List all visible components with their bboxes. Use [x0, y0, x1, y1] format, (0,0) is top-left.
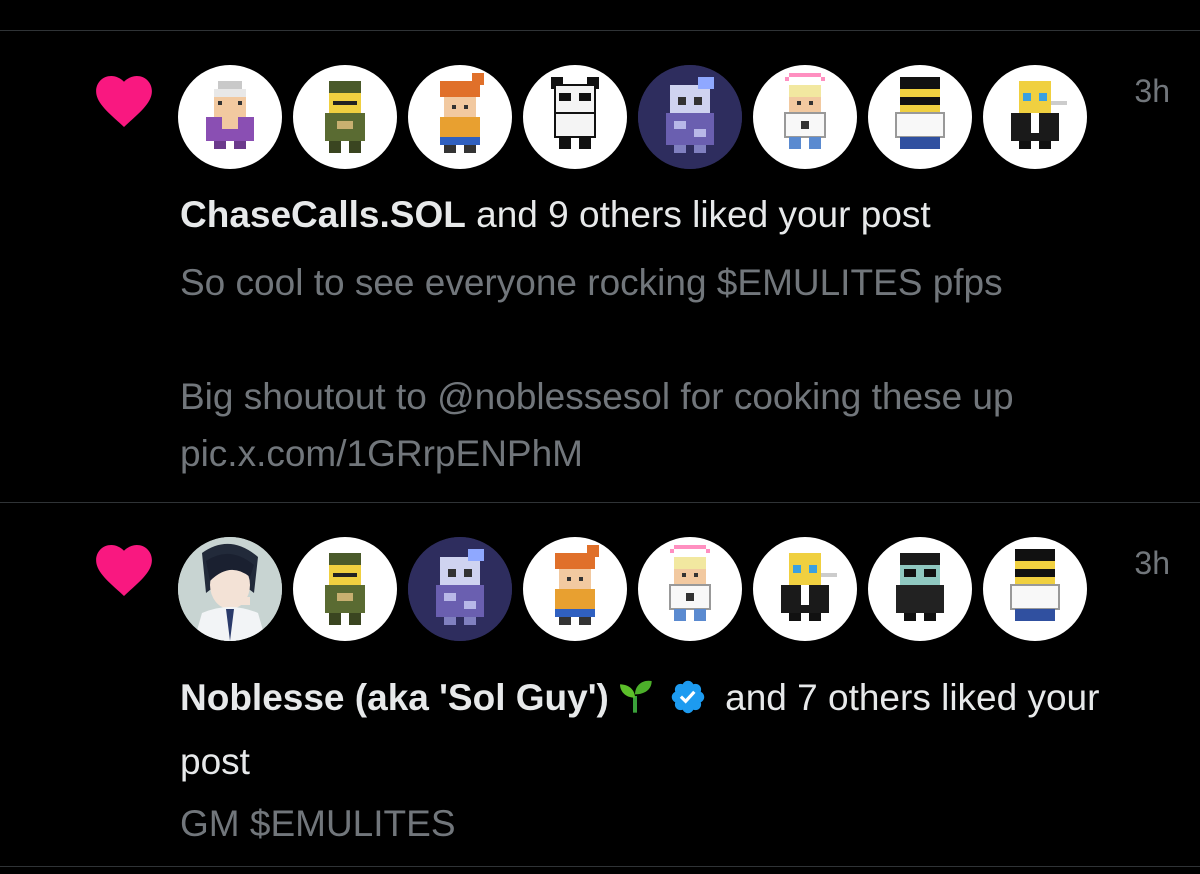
- pixel-orange-hair-avatar[interactable]: [408, 65, 512, 169]
- anime-guy-avatar[interactable]: [178, 537, 282, 641]
- divider: [0, 866, 1200, 867]
- liker-name-link[interactable]: Noblesse (aka 'Sol Guy'): [180, 677, 609, 718]
- pixel-angel-avatar[interactable]: [638, 537, 742, 641]
- preview-line: Big shoutout to @noblessesol for cooking…: [180, 376, 1024, 474]
- seedling-emoji-icon: [615, 675, 655, 733]
- liker-avatars: [178, 65, 1087, 169]
- verified-badge-icon: [669, 675, 707, 733]
- pixel-soldier-avatar[interactable]: [293, 537, 397, 641]
- pixel-glitch-avatar[interactable]: [638, 65, 742, 169]
- heart-icon: [95, 76, 153, 128]
- timestamp[interactable]: 3h: [1134, 73, 1170, 110]
- timestamp[interactable]: 3h: [1134, 545, 1170, 582]
- preview-line: So cool to see everyone rocking $EMULITE…: [180, 262, 1003, 303]
- liker-avatars: [178, 537, 1087, 641]
- pixel-panda-avatar[interactable]: [523, 65, 627, 169]
- preview-line: [180, 311, 1176, 368]
- heart-icon: [95, 545, 153, 597]
- liker-name-link[interactable]: ChaseCalls.SOL: [180, 194, 466, 235]
- pixel-angel-avatar[interactable]: [753, 65, 857, 169]
- preview-line: GM $EMULITES: [180, 803, 456, 844]
- like-notification[interactable]: 3h Noblesse (aka 'Sol Guy') and 7 others…: [0, 503, 1200, 866]
- pixel-sunglasses-avatar[interactable]: [983, 537, 1087, 641]
- pixel-soldier-avatar[interactable]: [293, 65, 397, 169]
- headline-text: and 9 others liked your post: [465, 194, 931, 235]
- notification-headline: Noblesse (aka 'Sol Guy') and 7 others li…: [180, 669, 1176, 791]
- pixel-suit-avatar[interactable]: [983, 65, 1087, 169]
- notification-headline: ChaseCalls.SOL and 9 others liked your p…: [180, 186, 1176, 244]
- pixel-ninja-avatar[interactable]: [868, 537, 972, 641]
- post-preview[interactable]: So cool to see everyone rocking $EMULITE…: [180, 254, 1176, 482]
- notifications-feed: 3h ChaseCalls.SOL and 9 others liked you…: [0, 0, 1200, 874]
- like-notification[interactable]: 3h ChaseCalls.SOL and 9 others liked you…: [0, 31, 1200, 501]
- pixel-queen-avatar[interactable]: [178, 65, 282, 169]
- pixel-orange-hair-avatar[interactable]: [523, 537, 627, 641]
- pixel-suit-avatar[interactable]: [753, 537, 857, 641]
- post-preview[interactable]: GM $EMULITES: [180, 795, 1176, 852]
- pixel-sunglasses-avatar[interactable]: [868, 65, 972, 169]
- pixel-glitch-avatar[interactable]: [408, 537, 512, 641]
